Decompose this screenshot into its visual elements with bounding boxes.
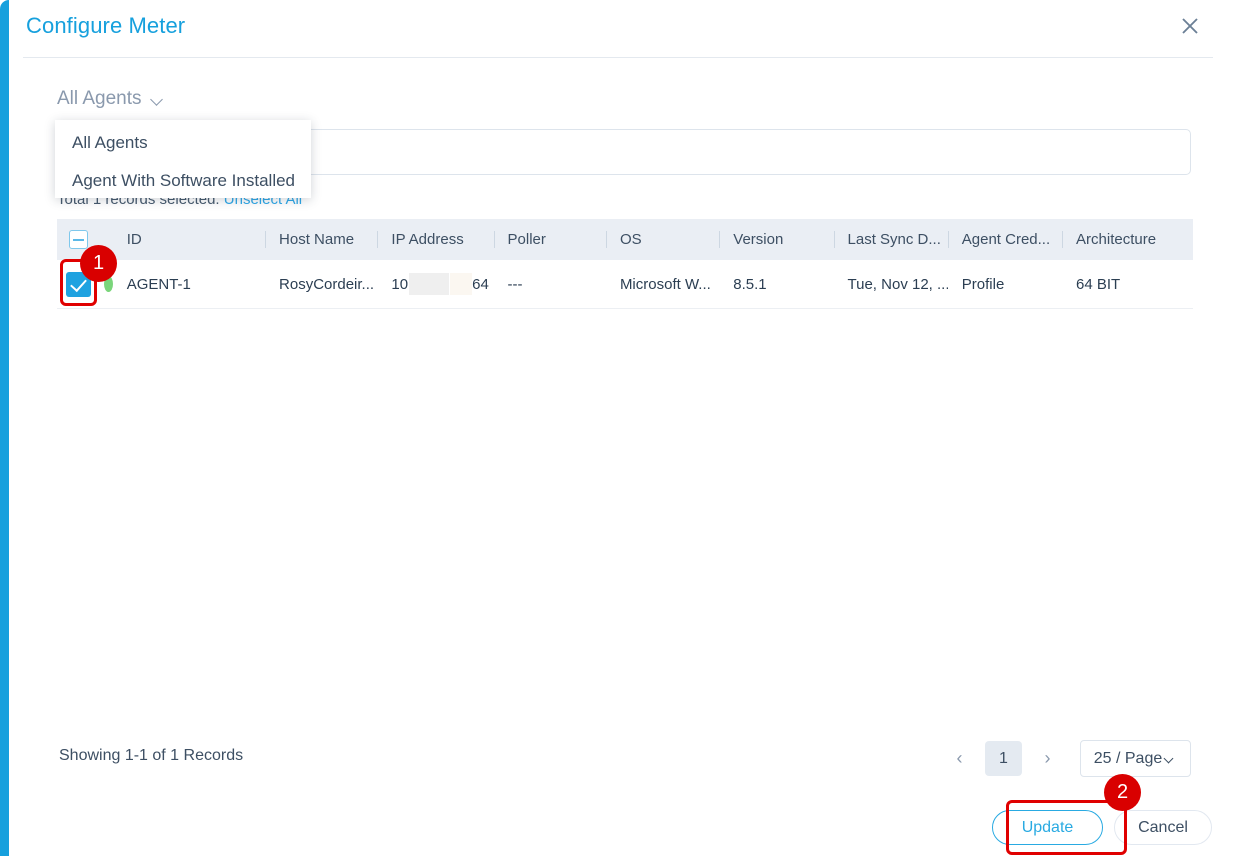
column-header-host-name[interactable]: Host Name (265, 231, 377, 248)
row-checkbox-wrapper (66, 272, 91, 297)
select-all-cell (57, 230, 113, 249)
column-header-last-sync[interactable]: Last Sync D... (834, 231, 948, 248)
ip-prefix: 10 (391, 276, 408, 293)
row-select-checkbox[interactable] (66, 272, 91, 297)
showing-records-text: Showing 1-1 of 1 Records (59, 747, 243, 765)
ip-suffix: 64 (472, 276, 489, 293)
close-icon[interactable] (1177, 16, 1203, 42)
table-body: AGENT-1 RosyCordeir... 10 64 --- Microso… (57, 260, 1193, 309)
chevron-down-icon (1164, 755, 1177, 763)
agent-filter-label: All Agents (57, 88, 142, 110)
cell-poller: --- (494, 276, 606, 293)
configure-meter-dialog: Configure Meter All Agents All Agents Ag… (0, 0, 1213, 856)
column-header-ip-address[interactable]: IP Address (377, 231, 493, 248)
pagination-prev-button[interactable]: ‹ (943, 742, 976, 776)
pagination-next-button[interactable]: › (1031, 742, 1064, 776)
row-select-cell (57, 272, 113, 297)
page-size-label: 25 / Page (1094, 750, 1163, 768)
cell-os: Microsoft W... (606, 276, 719, 293)
cell-id: AGENT-1 (113, 276, 265, 293)
cancel-button[interactable]: Cancel (1114, 810, 1212, 845)
table-row[interactable]: AGENT-1 RosyCordeir... 10 64 --- Microso… (57, 260, 1193, 309)
agent-filter-dropdown[interactable]: All Agents Agent With Software Installed (55, 120, 311, 198)
dropdown-option-all-agents[interactable]: All Agents (55, 124, 311, 162)
cell-last-sync: Tue, Nov 12, ... (834, 276, 948, 293)
pagination-page-1[interactable]: 1 (985, 741, 1022, 776)
page-title: Configure Meter (26, 13, 185, 39)
pagination: ‹ 1 › 25 / Page (943, 740, 1191, 777)
cell-version: 8.5.1 (719, 276, 833, 293)
column-header-os[interactable]: OS (606, 231, 719, 248)
cell-agent-cred: Profile (948, 276, 1062, 293)
column-header-id[interactable]: ID (113, 231, 265, 248)
column-header-version[interactable]: Version (719, 231, 833, 248)
column-header-poller[interactable]: Poller (494, 231, 606, 248)
column-header-architecture[interactable]: Architecture (1062, 231, 1193, 248)
select-all-checkbox[interactable] (69, 230, 88, 249)
page-size-select[interactable]: 25 / Page (1080, 740, 1191, 777)
ip-redacted-block (409, 273, 449, 295)
update-button[interactable]: Update (992, 810, 1103, 845)
dropdown-option-agent-with-software-installed[interactable]: Agent With Software Installed (55, 162, 311, 200)
cell-host-name: RosyCordeir... (265, 276, 377, 293)
cell-ip-address: 10 64 (377, 273, 493, 295)
cell-architecture: 64 BIT (1062, 276, 1193, 293)
agents-table: ID Host Name IP Address Poller OS Versio… (57, 219, 1193, 309)
dialog-actions: Update Cancel (992, 810, 1212, 845)
agent-filter-select[interactable]: All Agents (57, 88, 164, 110)
column-header-agent-cred[interactable]: Agent Cred... (948, 231, 1062, 248)
dialog-accent-bar (0, 0, 9, 856)
ip-redacted-block-2 (450, 273, 472, 295)
chevron-down-icon (151, 95, 164, 103)
dialog-accent-inner-mask (9, 0, 23, 856)
table-header-row: ID Host Name IP Address Poller OS Versio… (57, 219, 1193, 260)
dialog-header: Configure Meter (23, 0, 1213, 57)
status-indicator-dot (104, 276, 113, 292)
header-divider (23, 57, 1213, 58)
